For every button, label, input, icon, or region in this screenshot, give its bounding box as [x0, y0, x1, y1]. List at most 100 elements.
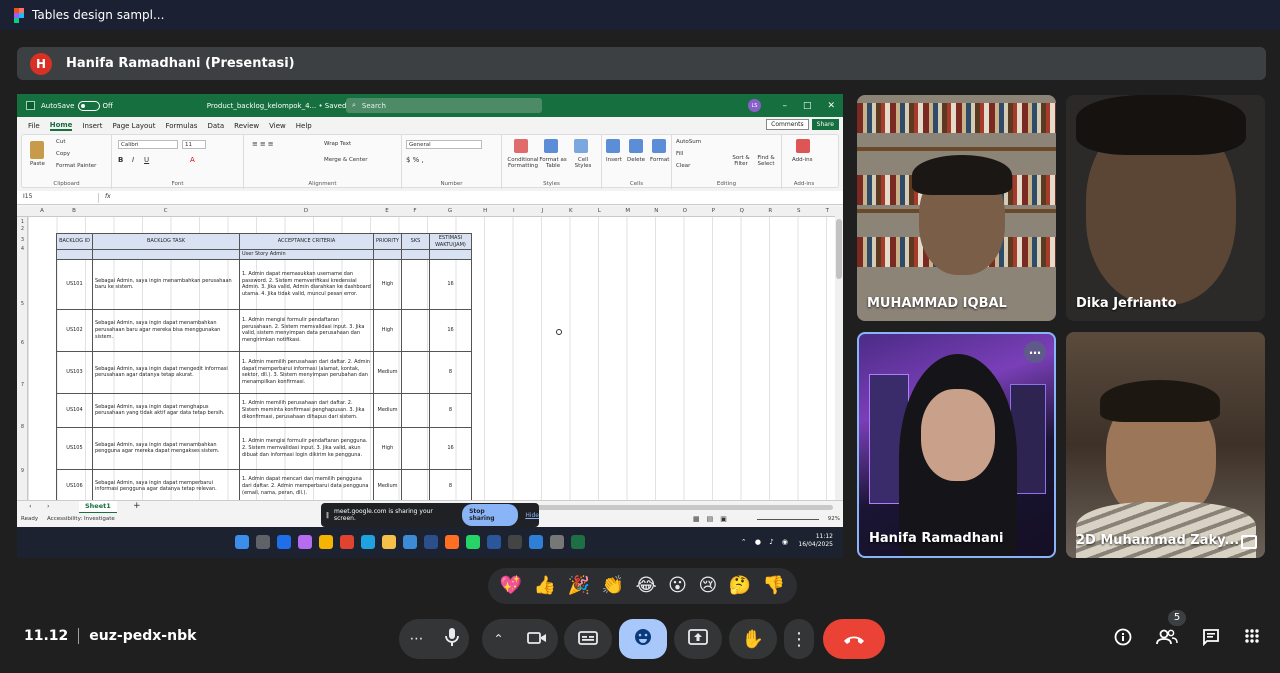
italic-icon[interactable]: I — [132, 156, 134, 164]
captions-button[interactable] — [564, 619, 612, 659]
table-header-cell[interactable]: BACKLOG ID — [56, 232, 93, 251]
cell-criteria[interactable]: 1. Admin dapat memasukkan username dan p… — [239, 258, 374, 310]
cell-criteria[interactable]: 1. Admin mengisi formulir pendaftaran pe… — [239, 308, 374, 352]
more-audio-options-icon[interactable]: ⋯ — [410, 631, 424, 647]
cell-criteria[interactable]: 1. Admin memilih perusahaan dari daftar.… — [239, 392, 374, 428]
cell-styles-button[interactable]: Cell Styles — [570, 157, 596, 169]
sheet-next-icon[interactable]: › — [47, 502, 50, 510]
participant-tile-active[interactable]: … Hanifa Ramadhani — [857, 332, 1056, 558]
vertical-scrollbar[interactable] — [835, 207, 843, 500]
participant-tile[interactable]: MUHAMMAD IQBAL — [857, 95, 1056, 321]
column-header[interactable]: D — [239, 208, 373, 214]
activities-icon[interactable] — [1244, 628, 1260, 651]
delete-button[interactable]: Delete — [627, 157, 645, 163]
chevron-up-icon[interactable]: ⌃ — [493, 632, 503, 646]
addins-button[interactable]: Add-ins — [792, 157, 813, 163]
reaction-thumbs-down[interactable]: 👎 — [763, 577, 785, 595]
present-screen-button[interactable] — [674, 619, 722, 659]
column-header[interactable]: B — [56, 208, 92, 214]
reaction-crying[interactable]: 😢 — [698, 577, 717, 595]
copy-button[interactable]: Copy — [56, 151, 70, 157]
cell-est[interactable]: 16 — [429, 258, 472, 310]
column-header[interactable]: L — [585, 208, 614, 214]
table-header-cell[interactable]: ACCEPTANCE CRITERIA — [239, 232, 374, 251]
menu-page-layout[interactable]: Page Layout — [113, 122, 156, 130]
file-explorer-icon[interactable] — [382, 535, 396, 549]
cell-styles-icon[interactable] — [574, 139, 588, 153]
font-size-select[interactable]: 11 — [182, 140, 206, 149]
column-header[interactable]: M — [614, 208, 643, 214]
cell-criteria[interactable]: 1. Admin memilih perusahaan dari daftar.… — [239, 350, 374, 394]
row-header[interactable]: 4 — [17, 246, 28, 252]
maximize-icon[interactable]: □ — [803, 101, 812, 111]
row-header[interactable]: 2 — [17, 226, 28, 232]
column-header[interactable]: N — [642, 208, 671, 214]
column-header[interactable]: F — [401, 208, 429, 214]
currency-icon[interactable]: $ % , — [406, 156, 424, 164]
whatsapp-icon[interactable] — [466, 535, 480, 549]
section-label[interactable]: User Story Admin — [239, 249, 374, 260]
cell-sks[interactable] — [401, 258, 430, 310]
paste-icon[interactable] — [30, 141, 44, 159]
camera-icon[interactable] — [526, 630, 547, 649]
account-avatar[interactable]: LS — [748, 99, 761, 112]
cell-est[interactable]: 8 — [429, 392, 472, 428]
row-header[interactable]: 5 — [17, 301, 28, 307]
vscode-icon[interactable] — [529, 535, 543, 549]
reaction-surprised[interactable]: 😮 — [668, 577, 687, 595]
cell-sks[interactable] — [401, 308, 430, 352]
participant-tile[interactable]: 2D Muhammad Zaky... — [1066, 332, 1265, 558]
clear-button[interactable]: Clear — [676, 163, 690, 169]
firefox-icon[interactable] — [445, 535, 459, 549]
sort-filter-button[interactable]: Sort & Filter — [730, 155, 752, 167]
cell-est[interactable]: 16 — [429, 426, 472, 470]
format-cells-icon[interactable] — [652, 139, 666, 153]
column-header[interactable]: O — [671, 208, 700, 214]
reaction-sparkling-heart[interactable]: 💖 — [500, 577, 522, 595]
taskbar-search-icon[interactable] — [256, 535, 270, 549]
leave-call-button[interactable] — [823, 619, 885, 659]
autosave-toggle[interactable] — [78, 100, 101, 111]
table-header-cell[interactable]: ESTIMASI WAKTU(JAM) — [429, 232, 472, 251]
table-cell[interactable] — [401, 249, 430, 260]
cell-id[interactable]: US102 — [56, 308, 93, 352]
cell-criteria[interactable]: 1. Admin dapat mencari dan memilih pengg… — [239, 468, 374, 500]
autosum-button[interactable]: AutoSum — [676, 139, 701, 145]
format-table-icon[interactable] — [544, 139, 558, 153]
view-mode-icons[interactable]: ▦▤▣ — [693, 515, 734, 523]
column-header[interactable]: C — [92, 208, 239, 214]
menu-review[interactable]: Review — [234, 122, 259, 130]
horizontal-scrollbar[interactable] — [537, 505, 833, 510]
conditional-formatting-button[interactable]: Conditional Formatting — [506, 157, 540, 169]
zoom-slider[interactable] — [757, 519, 819, 520]
font-color-icon[interactable]: A — [190, 156, 195, 164]
word-icon[interactable] — [487, 535, 501, 549]
minimize-icon[interactable]: – — [782, 101, 787, 111]
table-cell[interactable] — [373, 249, 402, 260]
reaction-laughing[interactable]: 😂 — [636, 577, 657, 595]
underline-icon[interactable]: U — [144, 156, 149, 164]
cell-sks[interactable] — [401, 426, 430, 470]
system-tray-icons[interactable]: ⌃ ● ♪ ◉ — [741, 538, 791, 546]
merge-center-button[interactable]: Merge & Center — [324, 157, 367, 163]
store-icon[interactable] — [403, 535, 417, 549]
raise-hand-button[interactable]: ✋ — [729, 619, 777, 659]
wrap-text-button[interactable]: Wrap Text — [324, 141, 351, 147]
info-icon[interactable] — [1114, 628, 1132, 651]
hide-banner-button[interactable]: Hide — [525, 512, 539, 519]
cell-est[interactable]: 16 — [429, 308, 472, 352]
insert-cells-icon[interactable] — [606, 139, 620, 153]
find-select-button[interactable]: Find & Select — [754, 155, 778, 167]
participant-tile[interactable]: Dika Jefrianto — [1066, 95, 1265, 321]
fill-button[interactable]: Fill — [676, 151, 683, 157]
format-painter-button[interactable]: Format Painter — [56, 163, 96, 169]
terminal-icon[interactable] — [508, 535, 522, 549]
column-header[interactable]: H — [471, 208, 500, 214]
menu-file[interactable]: File — [28, 122, 40, 130]
edge-icon[interactable] — [361, 535, 375, 549]
worksheet-grid[interactable]: BACKLOG ID BACKLOG TASK ACCEPTANCE CRITERI… — [28, 217, 835, 500]
add-sheet-icon[interactable]: + — [133, 501, 141, 511]
menu-insert[interactable]: Insert — [82, 122, 102, 130]
cell-priority[interactable]: High — [373, 308, 402, 352]
microphone-icon[interactable] — [444, 627, 459, 651]
